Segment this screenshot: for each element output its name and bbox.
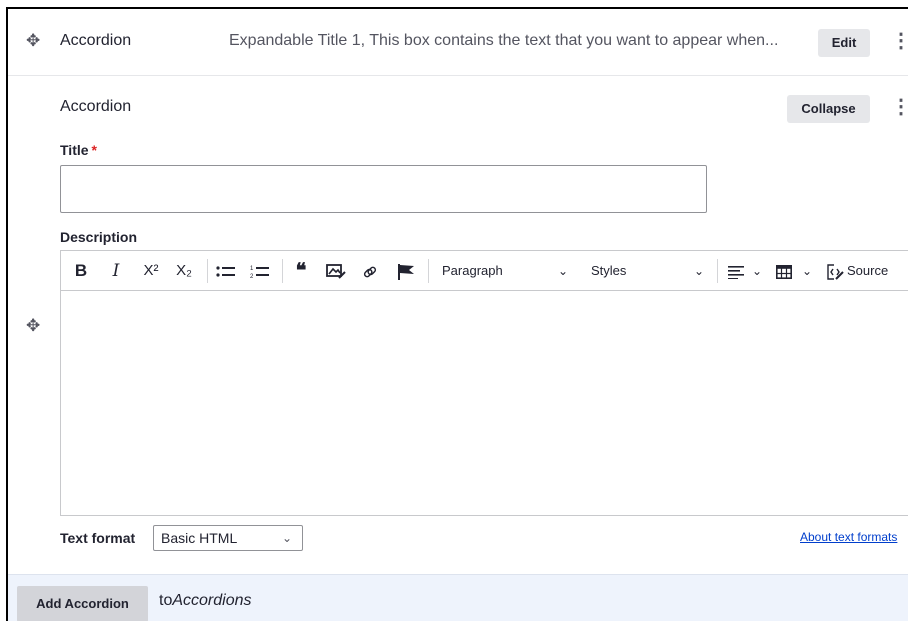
title-label: Title * bbox=[60, 142, 97, 158]
drag-handle-icon[interactable]: ✥ bbox=[26, 317, 40, 334]
expanded-paragraph-type-label: Accordion bbox=[60, 98, 132, 115]
numbered-list-icon[interactable]: 1 2 bbox=[248, 251, 272, 291]
svg-text:2: 2 bbox=[250, 274, 254, 280]
toolbar-separator bbox=[717, 259, 718, 283]
svg-text:1: 1 bbox=[250, 266, 254, 272]
editor-toolbar: B I X² X₂ 1 2 ❝ Paragraph ⌄ Styles ⌄ ⌄ ⌄… bbox=[61, 251, 908, 291]
add-accordion-button[interactable]: Add Accordion bbox=[17, 586, 148, 621]
more-actions-icon[interactable]: ⋮ bbox=[891, 31, 908, 51]
chevron-down-icon[interactable]: ⌄ bbox=[694, 251, 704, 291]
description-label: Description bbox=[60, 229, 138, 245]
link-icon[interactable] bbox=[359, 251, 381, 291]
superscript-button[interactable]: X² bbox=[138, 251, 164, 291]
bulleted-list-icon[interactable] bbox=[214, 251, 238, 291]
more-actions-icon[interactable]: ⋮ bbox=[891, 97, 908, 117]
paragraph-summary: Expandable Title 1, This box contains th… bbox=[229, 32, 779, 49]
subscript-button[interactable]: X₂ bbox=[171, 251, 197, 291]
about-text-formats-link[interactable]: About text formats bbox=[800, 530, 897, 544]
styles-dropdown[interactable]: Styles bbox=[591, 251, 626, 291]
collapsed-accordion-row: ✥ Accordion Expandable Title 1, This box… bbox=[8, 9, 908, 76]
drag-handle-icon[interactable]: ✥ bbox=[26, 32, 40, 49]
flag-icon[interactable] bbox=[394, 251, 418, 291]
collapse-button[interactable]: Collapse bbox=[787, 95, 870, 123]
table-icon[interactable] bbox=[774, 251, 794, 291]
paragraphs-widget: ✥ Accordion Expandable Title 1, This box… bbox=[6, 7, 908, 621]
align-icon[interactable] bbox=[726, 251, 746, 291]
title-input[interactable] bbox=[60, 165, 707, 213]
chevron-down-icon: ⌄ bbox=[281, 531, 292, 545]
source-icon[interactable] bbox=[825, 251, 845, 291]
blockquote-button[interactable]: ❝ bbox=[290, 251, 312, 291]
text-format-select[interactable]: Basic HTML ⌄ bbox=[153, 525, 303, 551]
edit-button[interactable]: Edit bbox=[818, 29, 870, 57]
bold-button[interactable]: B bbox=[71, 251, 91, 291]
chevron-down-icon[interactable]: ⌄ bbox=[558, 251, 568, 291]
image-icon[interactable] bbox=[324, 251, 348, 291]
source-button[interactable]: Source bbox=[847, 251, 888, 291]
add-paragraph-bar: Add Accordion toAccordions bbox=[8, 574, 908, 621]
heading-dropdown[interactable]: Paragraph bbox=[442, 251, 503, 291]
text-format-selected-value: Basic HTML bbox=[161, 530, 238, 546]
chevron-down-icon[interactable]: ⌄ bbox=[802, 251, 812, 291]
italic-button[interactable]: I bbox=[106, 251, 126, 291]
add-to-text: toAccordions bbox=[159, 592, 252, 609]
toolbar-separator bbox=[428, 259, 429, 283]
chevron-down-icon[interactable]: ⌄ bbox=[752, 251, 762, 291]
text-format-label: Text format bbox=[60, 530, 136, 546]
paragraph-type-label: Accordion bbox=[60, 32, 132, 49]
required-marker: * bbox=[91, 142, 97, 158]
toolbar-separator bbox=[282, 259, 283, 283]
editor-content-area[interactable] bbox=[61, 291, 908, 515]
toolbar-separator bbox=[207, 259, 208, 283]
rich-text-editor: B I X² X₂ 1 2 ❝ Paragraph ⌄ Styles ⌄ ⌄ ⌄… bbox=[60, 250, 908, 516]
